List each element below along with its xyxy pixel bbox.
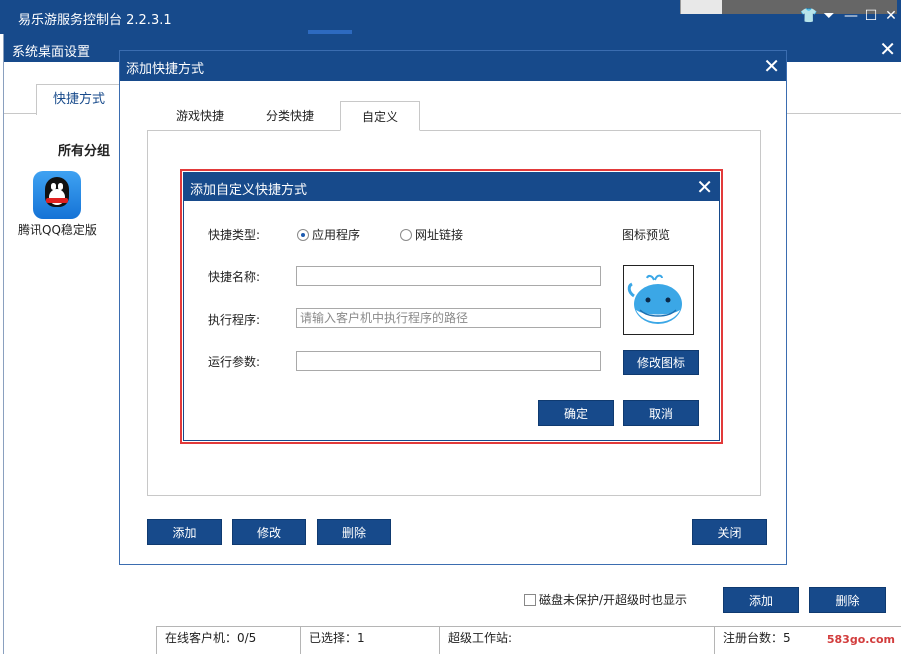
custom-shortcut-titlebar: 添加自定义快捷方式 ✕ — [184, 173, 719, 201]
add-shortcut-titlebar: 添加快捷方式 ✕ — [120, 51, 786, 81]
name-label: 快捷名称: — [208, 270, 261, 284]
program-field[interactable] — [296, 308, 601, 328]
add-shortcut-close-icon[interactable]: ✕ — [763, 54, 780, 78]
name-field[interactable] — [296, 266, 601, 286]
radio-application-dot[interactable] — [297, 228, 309, 241]
radio-application[interactable]: 应用程序 — [297, 226, 360, 243]
checkbox-label: 磁盘未保护/开超级时也显示 — [539, 593, 688, 607]
dialog-close-button[interactable]: 关闭 — [692, 519, 767, 545]
taskbar-thumbnail — [680, 0, 722, 14]
add-shortcut-title: 添加快捷方式 — [126, 62, 205, 77]
app-close-icon[interactable]: ✕ — [882, 8, 900, 24]
tab-game-shortcut[interactable]: 游戏快捷 — [160, 101, 240, 131]
super-workstation-status: 超级工作站: — [439, 627, 714, 654]
custom-shortcut-title: 添加自定义快捷方式 — [190, 183, 308, 198]
qq-penguin-icon[interactable] — [33, 171, 81, 219]
radio-url-dot[interactable] — [400, 228, 412, 241]
settings-close-icon[interactable]: ✕ — [879, 37, 896, 61]
status-bar: 在线客户机：0/5 已选择：1 超级工作站: 注册台数：5 583go.com — [156, 626, 901, 654]
radio-application-label: 应用程序 — [312, 228, 361, 242]
minimize-icon[interactable]: — — [842, 8, 860, 24]
selected-status: 已选择：1 — [300, 627, 439, 654]
ok-button[interactable]: 确定 — [538, 400, 614, 426]
icon-preview — [623, 265, 694, 335]
args-field[interactable] — [296, 351, 601, 371]
maximize-icon[interactable]: ☐ — [862, 8, 880, 24]
tab-shortcuts[interactable]: 快捷方式 — [36, 84, 122, 115]
group-title: 所有分组 — [58, 144, 111, 159]
settings-add-button[interactable]: 添加 — [723, 587, 799, 613]
custom-shortcut-close-icon[interactable]: ✕ — [696, 175, 713, 199]
tab-custom[interactable]: 自定义 — [340, 101, 420, 131]
radio-url[interactable]: 网址链接 — [400, 226, 463, 243]
show-when-unprotected-checkbox[interactable]: 磁盘未保护/开超级时也显示 — [524, 591, 687, 608]
icon-preview-label: 图标预览 — [622, 228, 671, 242]
whale-icon — [627, 274, 682, 324]
settings-title: 系统桌面设置 — [12, 45, 91, 60]
dialog-edit-button[interactable]: 修改 — [232, 519, 306, 545]
program-label: 执行程序: — [208, 313, 261, 327]
skin-icon[interactable]: 👕 — [800, 8, 818, 24]
watermark: 583go.com — [826, 633, 895, 646]
settings-delete-button[interactable]: 删除 — [809, 587, 886, 613]
cancel-button[interactable]: 取消 — [623, 400, 699, 426]
type-label: 快捷类型: — [208, 228, 261, 242]
change-icon-button[interactable]: 修改图标 — [623, 350, 699, 375]
dialog-add-button[interactable]: 添加 — [147, 519, 222, 545]
add-custom-shortcut-dialog: 添加自定义快捷方式 ✕ 快捷类型: 应用程序 网址链接 图标预览 快捷名称: 执… — [183, 172, 720, 441]
app-titlebar: 易乐游服务控制台 2.2.3.1 👕 ⏷ — ☐ ✕ — [0, 0, 901, 34]
tab-category-shortcut[interactable]: 分类快捷 — [250, 101, 330, 131]
shortcut-label[interactable]: 腾讯QQ稳定版 — [18, 221, 97, 238]
app-title: 易乐游服务控制台 2.2.3.1 — [18, 13, 172, 28]
radio-url-label: 网址链接 — [415, 228, 464, 242]
args-label: 运行参数: — [208, 355, 261, 369]
checkbox-box[interactable] — [524, 593, 536, 606]
menu-dropdown-icon[interactable]: ⏷ — [820, 8, 838, 24]
online-clients-status: 在线客户机：0/5 — [156, 627, 300, 654]
dialog-delete-button[interactable]: 删除 — [317, 519, 391, 545]
